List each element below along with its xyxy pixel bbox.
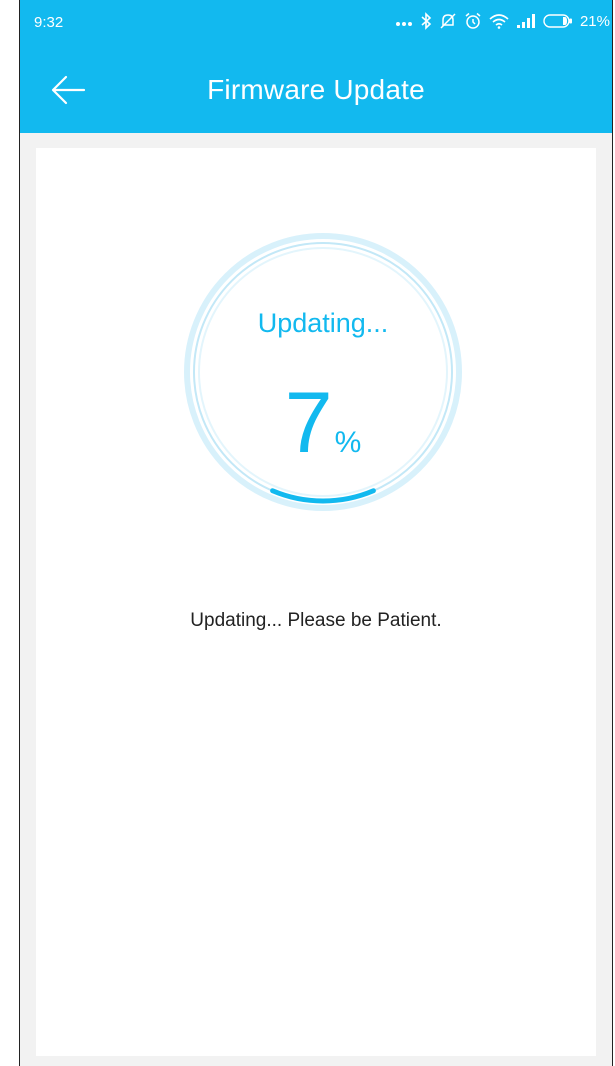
alarm-icon [464,12,482,30]
progress-ring: Updating... 7% [181,230,465,514]
notifications-off-icon [439,12,457,30]
update-message: Updating... Please be Patient. [190,610,442,631]
status-bar: 9:32 21% [20,0,612,48]
signal-icon [516,13,536,29]
progress-percentage: 7% [181,380,465,466]
update-panel: Updating... 7% Updating... Please be Pat… [36,148,596,1056]
progress-ring-graphic [184,233,462,511]
app-bar: Firmware Update [20,48,612,133]
bluetooth-icon [420,12,432,30]
phone-screen: 9:32 21% Firmware Update Updating... 7% … [19,0,613,1066]
progress-unit: % [334,426,362,459]
battery-percent: 21% [579,12,610,30]
progress-value: 7 [284,375,333,471]
more-dots-icon [395,14,413,28]
progress-status-label: Updating... [257,308,389,338]
status-time: 9:32 [34,14,64,31]
battery-icon [543,13,573,29]
status-icons: 21% [395,12,610,30]
wifi-icon [489,13,509,29]
page-title: Firmware Update [207,74,425,105]
